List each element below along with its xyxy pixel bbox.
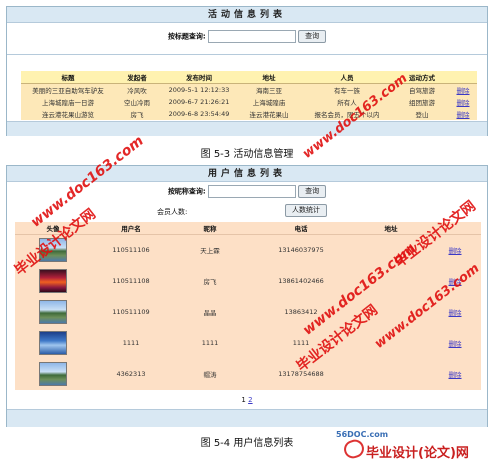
cell-username: 1111 [122, 339, 140, 347]
cell-address: 上海城隍庙 [252, 99, 286, 107]
table-row: 上海城隍庙一日游 空山冷雨 2009-6-7 21:26:21 上海城隍庙 所有… [21, 96, 477, 108]
cell-phone: 13146037975 [278, 246, 324, 255]
table-row: 4362313 帽涛 13178754688 删除 [15, 359, 481, 390]
avatar-cell [15, 359, 91, 390]
table-row: 美丽的三亚自助驾车驴友 冷风吹 2009-5-1 12:12:33 海南三亚 有… [21, 84, 477, 97]
col-nickname: 昵称 [171, 222, 249, 235]
activity-footer-bar [7, 121, 487, 136]
user-footer-bar [7, 409, 487, 427]
col-address: 地址 [353, 222, 429, 235]
cell-time: 2009-6-8 23:54:49 [168, 110, 230, 118]
col-address: 地址 [239, 71, 299, 84]
cell-initiator: 空山冷雨 [124, 99, 150, 107]
divider [7, 54, 487, 55]
pager: 1 2 [7, 396, 487, 404]
page-link[interactable]: 2 [248, 396, 252, 404]
cell-nickname: 帽涛 [203, 371, 217, 379]
cell-time: 2009-5-1 12:12:33 [168, 86, 230, 94]
delete-link[interactable]: 删除 [429, 359, 481, 390]
page-current: 1 [241, 396, 246, 404]
member-count-label: 会员人数: [157, 208, 188, 216]
table-row: 1111 1111 1111 删除 [15, 328, 481, 359]
count-stat-button[interactable]: 人数统计 [285, 204, 327, 217]
cell-address [353, 359, 429, 390]
avatar [39, 300, 67, 324]
activity-search-row: 按标题查询: 查询 [7, 30, 487, 43]
cell-username: 110511109 [112, 308, 150, 316]
col-time: 发布时间 [159, 71, 239, 84]
cell-phone: 13861402466 [278, 277, 324, 285]
cell-initiator: 房飞 [130, 111, 144, 119]
cell-time: 2009-6-7 21:26:21 [168, 98, 230, 106]
cell-title: 连云港花果山游览 [42, 111, 94, 119]
cell-username: 110511108 [112, 277, 150, 285]
cell-title: 美丽的三亚自助驾车驴友 [32, 87, 104, 95]
avatar [39, 269, 67, 293]
activity-title: 活动信息列表 [7, 7, 487, 23]
cell-nickname: 晶晶 [203, 309, 217, 317]
brand-site: 56DOC.com [336, 430, 389, 439]
delete-link[interactable]: 删除 [449, 96, 477, 108]
delete-link[interactable]: 删除 [449, 108, 477, 120]
activity-search-label: 按标题查询: [167, 32, 206, 41]
user-search-button[interactable]: 查询 [298, 185, 327, 198]
col-initiator: 发起者 [115, 71, 159, 84]
cell-mode: 组团旅游 [409, 99, 435, 107]
user-search-input[interactable] [207, 185, 296, 198]
table-row: 连云港花果山游览 房飞 2009-6-8 23:54:49 连云港花果山 报名会… [21, 108, 477, 120]
cell-nickname: 房飞 [203, 278, 217, 286]
cell-title: 上海城隍庙一日游 [42, 99, 94, 107]
brand-logo: 毕业设计(论文)网 [366, 446, 469, 461]
avatar [39, 331, 67, 355]
activity-panel: 活动信息列表 按标题查询: 查询 标题 发起者 发布时间 地址 人员 运动方式 … [6, 6, 488, 136]
delete-link[interactable]: 删除 [449, 84, 477, 97]
table-row: 110511108 房飞 13861402466 删除 [15, 266, 481, 297]
cell-initiator: 冷风吹 [127, 87, 147, 95]
member-count-row: 会员人数: [157, 207, 187, 217]
caption-activity: 图 5-3 活动信息管理 [200, 149, 294, 160]
user-panel: 用户信息列表 按昵称查询: 查询 会员人数: 人数统计 头像 用户名 昵称 电话… [6, 165, 488, 427]
activity-search-input[interactable] [207, 30, 296, 43]
col-phone: 电话 [249, 222, 353, 235]
col-people: 人员 [299, 71, 395, 84]
user-search-label: 按昵称查询: [167, 187, 206, 196]
cell-nickname: 天上霖 [200, 247, 220, 256]
col-username: 用户名 [91, 222, 171, 235]
activity-search-button[interactable]: 查询 [298, 30, 327, 43]
avatar-cell [15, 328, 91, 359]
cell-address: 海南三亚 [256, 87, 282, 95]
cell-nickname: 1111 [201, 339, 219, 347]
cell-mode: 登山 [415, 111, 429, 119]
activity-table: 标题 发起者 发布时间 地址 人员 运动方式 美丽的三亚自助驾车驴友 冷风吹 2… [21, 71, 477, 120]
cell-address: 连云港花果山 [249, 111, 289, 119]
avatar [39, 362, 67, 386]
avatar-cell [15, 297, 91, 328]
col-action [449, 71, 477, 84]
col-title: 标题 [21, 71, 115, 84]
cell-username: 110511106 [112, 246, 150, 255]
delete-link[interactable]: 删除 [429, 328, 481, 359]
cell-username: 4362313 [116, 370, 146, 378]
